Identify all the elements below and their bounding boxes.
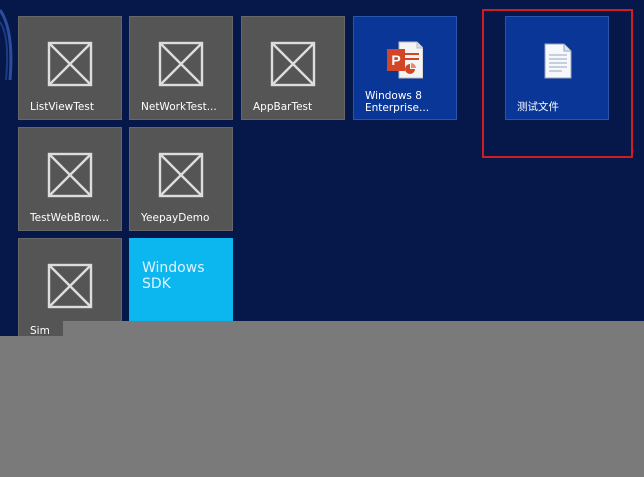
gray-overlay-top	[63, 321, 644, 337]
tile-appbartest[interactable]: AppBarTest	[241, 16, 345, 120]
start-screen: { "tiles": [ {"label": "ListViewTest", "…	[0, 0, 644, 477]
placeholder-app-icon	[47, 263, 93, 309]
svg-text:P: P	[391, 52, 400, 68]
placeholder-app-icon	[47, 41, 93, 87]
tile-label: Windows 8 Enterprise...	[365, 90, 430, 114]
placeholder-app-icon	[158, 41, 204, 87]
tile-windows8-enterprise[interactable]: P Windows 8 Enterprise...	[353, 16, 457, 120]
tile-listviewtest[interactable]: ListViewTest	[18, 16, 122, 120]
tile-networktest[interactable]: NetWorkTest...	[129, 16, 233, 120]
tile-label: ListViewTest	[30, 101, 94, 113]
tile-label: NetWorkTest...	[141, 101, 217, 113]
tile-label: TestWebBrow...	[30, 212, 109, 224]
tile-yeepaydemo[interactable]: YeepayDemo	[129, 127, 233, 231]
tile-label: YeepayDemo	[141, 212, 210, 224]
selection-highlight-box	[482, 9, 633, 158]
placeholder-app-icon	[158, 152, 204, 198]
tile-testwebbrowser[interactable]: TestWebBrow...	[18, 127, 122, 231]
powerpoint-icon: P	[387, 41, 423, 79]
placeholder-app-icon	[270, 41, 316, 87]
gray-overlay	[0, 336, 644, 477]
tile-label: Windows SDK	[142, 260, 205, 292]
tile-label: AppBarTest	[253, 101, 313, 113]
placeholder-app-icon	[47, 152, 93, 198]
